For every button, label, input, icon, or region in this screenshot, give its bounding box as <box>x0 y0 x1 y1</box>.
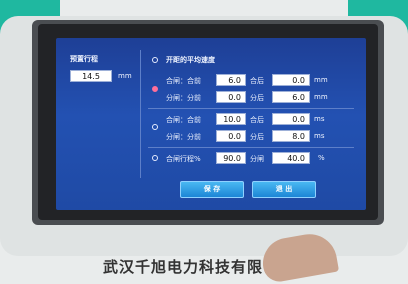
group-separator <box>148 108 354 109</box>
g2-r2-b-label: 分后 <box>250 133 264 141</box>
touch-screen: 预置行程 14.5 mm 开距的平均速度 合闸：合前 6.0 合后 0.0 mm… <box>56 38 366 210</box>
g1-r1-b-input[interactable]: 0.0 <box>272 74 310 86</box>
g1-r2-b-input[interactable]: 6.0 <box>272 91 310 103</box>
g3-a-label: 合闸行程% <box>166 155 201 163</box>
g3-a-input[interactable]: 90.0 <box>216 152 246 164</box>
g2-r1-b-input[interactable]: 0.0 <box>272 113 310 125</box>
g3-b-input[interactable]: 40.0 <box>272 152 310 164</box>
g2-r1-a-input[interactable]: 10.0 <box>216 113 246 125</box>
g1-r2-a-input[interactable]: 0.0 <box>216 91 246 103</box>
group2-radio[interactable] <box>152 124 158 130</box>
g2-r2-a-label: 分闸：分前 <box>166 133 201 141</box>
g1-r2-a-label: 分闸：分前 <box>166 94 201 102</box>
avg-speed-radio[interactable] <box>152 57 158 63</box>
g3-b-label: 分闸 <box>250 155 264 163</box>
g1-r1-b-label: 合后 <box>250 77 264 85</box>
exit-button[interactable]: 退 出 <box>252 181 316 198</box>
group1-radio[interactable] <box>152 86 158 92</box>
g1-r2-unit: mm <box>314 93 328 101</box>
group3-radio[interactable] <box>152 155 158 161</box>
g2-r1-a-label: 合闸：合前 <box>166 116 201 124</box>
avg-speed-title: 开距的平均速度 <box>166 56 215 64</box>
stroke-preset-unit: mm <box>118 72 132 80</box>
g1-r2-b-label: 分后 <box>250 94 264 102</box>
g2-r1-unit: ms <box>314 115 325 123</box>
g2-r2-a-input[interactable]: 0.0 <box>216 130 246 142</box>
stroke-preset-input[interactable]: 14.5 <box>70 70 112 82</box>
g2-r2-b-input[interactable]: 8.0 <box>272 130 310 142</box>
save-button[interactable]: 保 存 <box>180 181 244 198</box>
g3-unit: % <box>318 154 325 162</box>
g1-r1-unit: mm <box>314 76 328 84</box>
panel-divider <box>140 50 141 178</box>
g1-r1-a-input[interactable]: 6.0 <box>216 74 246 86</box>
stroke-preset-label: 预置行程 <box>70 55 98 63</box>
g1-r1-a-label: 合闸：合前 <box>166 77 201 85</box>
group-separator <box>148 147 354 148</box>
g2-r2-unit: ms <box>314 132 325 140</box>
g2-r1-b-label: 合后 <box>250 116 264 124</box>
